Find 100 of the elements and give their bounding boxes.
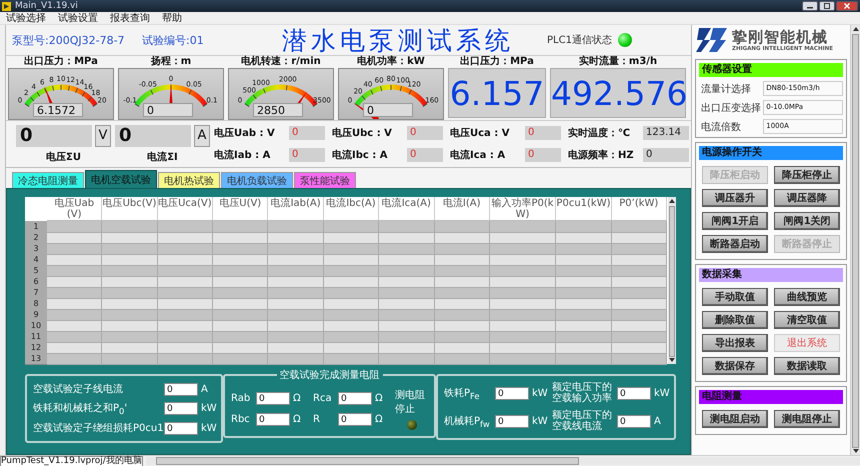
readout-label: 出口压力：MPa xyxy=(460,56,534,68)
field-label: R xyxy=(313,414,321,425)
action-button[interactable]: 手动取值 xyxy=(702,288,768,306)
unit-label: V xyxy=(95,124,111,146)
close-icon xyxy=(843,3,851,9)
gauge-label: 扬程：m xyxy=(150,56,192,68)
reading-label: 电流Iab : A xyxy=(214,148,272,162)
app-icon xyxy=(2,2,11,10)
reading-label: 电源频率：HZ xyxy=(568,148,635,162)
total-label: 电压ΣU xyxy=(46,150,81,164)
row-number: 3 xyxy=(25,243,47,255)
tab[interactable]: 电机空载试验 xyxy=(85,170,157,188)
input-field[interactable]: 0 xyxy=(338,413,372,426)
action-button[interactable]: 闸阀1开启 xyxy=(702,212,768,230)
action-button[interactable]: 数据保存 xyxy=(702,357,768,375)
gauge-reading: 0 xyxy=(363,103,413,117)
field-label: Rab xyxy=(231,393,252,404)
gauge-label: 电机转速：r/min xyxy=(241,56,321,68)
panel-title: 空载试验完成测量电阻 xyxy=(276,368,382,382)
section-header: 电阻测量 xyxy=(699,390,844,404)
action-button[interactable]: 闸阀1关闭 xyxy=(774,212,840,230)
maximize-icon xyxy=(823,3,831,9)
gauge-reading: 0 xyxy=(143,103,193,117)
table-cell xyxy=(102,353,158,365)
input-field[interactable]: 0 xyxy=(164,382,198,396)
setting-label: 流量计选择 xyxy=(700,82,751,96)
table-scrollbar[interactable] xyxy=(668,197,676,364)
input-field[interactable]: 0 xyxy=(164,422,198,434)
window-scrollbar[interactable] xyxy=(850,25,860,455)
input-field[interactable]: 0 xyxy=(495,386,529,400)
total-label: 电流ΣI xyxy=(147,150,178,164)
maximize-button[interactable] xyxy=(819,1,835,11)
row-number: 10 xyxy=(25,320,47,332)
indicator-label: 测电阻停止 xyxy=(395,388,426,416)
action-button[interactable]: 数据读取 xyxy=(774,357,840,375)
reading-label: 电压Ubc : V xyxy=(332,126,393,140)
reading-label: 电流Ibc : A xyxy=(332,148,389,162)
field-label: 空载试验定子绕组损耗P0cu1 xyxy=(33,422,161,435)
field-label: 额定电压下的空载线电流 xyxy=(552,410,613,432)
menu-item[interactable]: 报表查询 xyxy=(110,11,150,25)
reading-value: 0 xyxy=(289,148,325,162)
input-field[interactable]: 0 xyxy=(495,414,529,428)
reading-label: 电压Uca : V xyxy=(450,126,510,140)
input-field[interactable]: 0 xyxy=(617,386,651,400)
action-button[interactable]: 测电阻停止 xyxy=(774,410,840,428)
gauge-reading: 6.1572 xyxy=(33,103,83,117)
table-cell xyxy=(268,353,324,365)
system-title: 潜水电泵测试系统 xyxy=(282,24,515,55)
pump-model-label: 泵型号:200QJ32-78-7 xyxy=(12,32,126,48)
table-cell xyxy=(158,353,214,365)
row-number: 5 xyxy=(25,265,47,277)
action-button[interactable]: 测电阻启动 xyxy=(702,410,768,428)
field-label: 空载试验定子线电流 xyxy=(33,382,124,396)
company-name: 挚刚智能机械 xyxy=(732,28,829,46)
reading-value: 0 xyxy=(643,148,689,162)
reading-value: 123.14 xyxy=(643,126,689,140)
table-cell xyxy=(556,353,612,365)
tab[interactable]: 电机负载试验 xyxy=(221,172,293,188)
table-cell xyxy=(612,353,667,365)
section-header: 数据采集 xyxy=(699,268,844,282)
action-button[interactable]: 曲线预览 xyxy=(774,288,840,306)
menu-item[interactable]: 试验设置 xyxy=(58,11,98,25)
total-value: 0 xyxy=(115,124,191,146)
menu-item[interactable]: 帮助 xyxy=(162,11,182,25)
input-field[interactable]: 0 xyxy=(338,392,372,405)
action-button[interactable]: 降压柜停止 xyxy=(774,166,840,184)
action-button[interactable]: 删除取值 xyxy=(702,311,768,329)
input-field[interactable]: 0 xyxy=(164,402,198,415)
tab[interactable]: 冷态电阻测量 xyxy=(12,172,84,188)
tab[interactable]: 电机热试验 xyxy=(158,172,220,188)
unit-label: kW xyxy=(654,388,668,398)
unit-label: kW xyxy=(201,422,215,434)
action-button[interactable]: 导出报表 xyxy=(702,334,768,352)
minimize-button[interactable] xyxy=(802,1,818,11)
horizontal-scrollbar[interactable] xyxy=(146,457,860,465)
reading-label: 实时温度：℃ xyxy=(568,126,632,140)
row-number: 11 xyxy=(25,331,47,343)
field-label: 额定电压下的空载输入功率 xyxy=(552,382,613,404)
table-cell xyxy=(379,353,434,365)
action-button[interactable]: 断路器启动 xyxy=(702,235,768,253)
row-number: 9 xyxy=(25,309,47,321)
unit-label: Ω xyxy=(293,393,302,404)
tab[interactable]: 泵性能试验 xyxy=(294,172,356,188)
close-button[interactable] xyxy=(836,1,858,11)
input-field[interactable]: 0 xyxy=(256,413,290,426)
action-button[interactable]: 调压器降 xyxy=(774,189,840,207)
reading-value: 0 xyxy=(525,126,561,140)
menu-item[interactable]: 试验选择 xyxy=(6,11,46,25)
unit-label: A xyxy=(654,416,662,426)
input-field[interactable]: 0 xyxy=(617,414,651,428)
table-cell xyxy=(324,353,380,365)
window-title: Main_V1.19.vi xyxy=(15,1,78,11)
action-button[interactable]: 调压器升 xyxy=(702,189,768,207)
action-button[interactable]: 清空取值 xyxy=(774,311,840,329)
field-label: Rbc xyxy=(231,414,251,425)
input-field[interactable]: 0 xyxy=(256,392,290,405)
unit-label: kW xyxy=(532,416,546,426)
unit-label: A xyxy=(194,124,210,146)
unit-label: A xyxy=(201,384,209,394)
reading-value: 0 xyxy=(407,126,443,140)
